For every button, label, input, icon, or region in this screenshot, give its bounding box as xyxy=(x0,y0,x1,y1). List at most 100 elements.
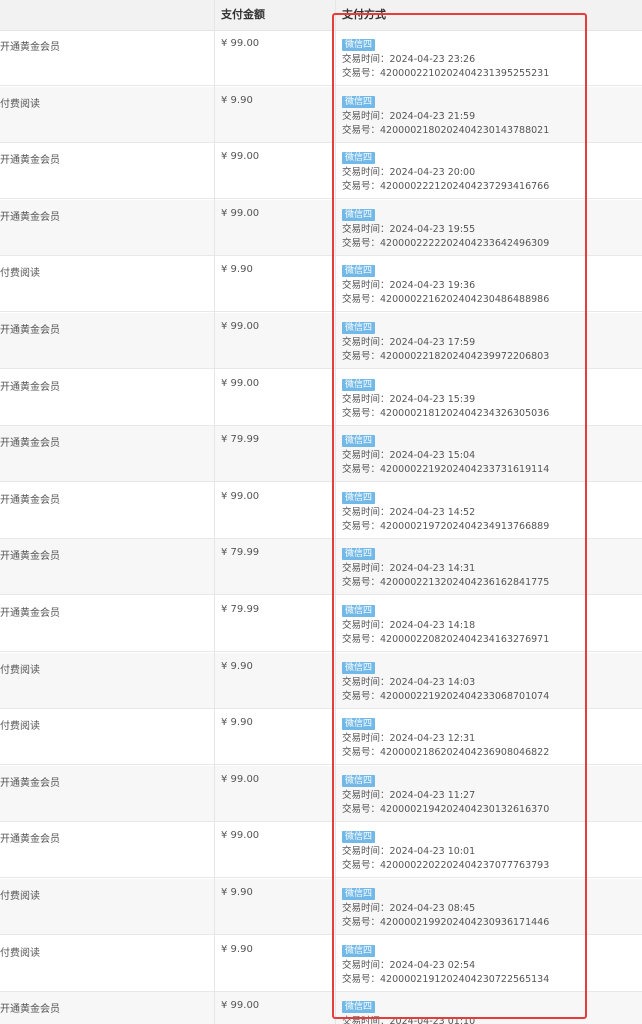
payment-info: 微信四 交易时间：2024-04-23 19:36 交易号：420000221620… xyxy=(342,264,549,307)
payment-amount: ¥ 99.00 xyxy=(221,38,260,49)
transaction-time-label: 交易时间： xyxy=(342,110,390,122)
transaction-time: 2024-04-23 17:59 xyxy=(389,337,476,348)
transaction-id[interactable]: 4200002181202404234326305036 xyxy=(380,408,549,419)
payment-info: 微信四 交易时间：2024-04-23 15:39 交易号：420000218120… xyxy=(342,378,549,421)
table-row[interactable]: 付费阅读 ¥ 9.90 微信四 交易时间：2024-04-23 08:45 交易号：42… xyxy=(0,879,642,935)
transaction-id[interactable]: 4200002221202404237293416766 xyxy=(380,181,549,192)
transaction-time-label: 交易时间： xyxy=(342,393,390,405)
payment-amount: ¥ 99.00 xyxy=(221,377,260,389)
payment-method-column-header[interactable]: 支付方式 xyxy=(342,0,386,30)
transaction-time-label: 交易时间： xyxy=(342,54,390,65)
transaction-id[interactable]: 4200002216202404230486488986 xyxy=(380,294,549,305)
table-row[interactable]: 开通黄金会员 ¥ 79.99 微信四 交易时间：2024-04-23 14:31 交易号… xyxy=(0,539,642,596)
transaction-id[interactable]: 4200002219202404233731619114 xyxy=(380,464,549,475)
payment-amount: ¥ 99.00 xyxy=(221,1000,260,1012)
order-item-name: 开通黄金会员 xyxy=(0,834,60,846)
payment-amount: ¥ 99.00 xyxy=(221,151,260,163)
payment-info: 微信四 交易时间：2024-04-23 21:59 交易号：420000218020… xyxy=(342,95,549,138)
transaction-time: 2024-04-23 15:39 xyxy=(389,393,476,405)
transaction-time: 2024-04-23 12:31 xyxy=(389,733,476,745)
transaction-id[interactable]: 4200002199202404230936171446 xyxy=(380,917,549,928)
payment-amount: ¥ 9.90 xyxy=(221,943,253,955)
payment-method-badge: 微信四 xyxy=(342,548,376,561)
transaction-id[interactable]: 4200002197202404234913766889 xyxy=(380,521,549,532)
transaction-time: 2024-04-23 14:31 xyxy=(389,563,476,575)
order-item-name: 付费阅读 xyxy=(0,891,40,902)
transaction-time: 2024-04-23 14:03 xyxy=(389,676,476,688)
transaction-id[interactable]: 4200002186202404236908046822 xyxy=(380,747,549,758)
transaction-time: 2024-04-23 20:00 xyxy=(389,167,476,179)
table-row[interactable]: 付费阅读 ¥ 9.90 微信四 交易时间：2024-04-23 14:03 交易号：42… xyxy=(0,652,642,709)
transaction-id[interactable]: 4200002191202404230722565134 xyxy=(380,974,549,985)
transaction-id[interactable]: 4200002219202404233068701074 xyxy=(380,691,549,702)
payment-info: 微信四 交易时间：2024-04-23 14:31 交易号：420000221320… xyxy=(342,547,549,590)
transaction-time: 2024-04-23 19:36 xyxy=(389,280,476,292)
amount-column-header[interactable]: 支付金额 xyxy=(221,0,265,30)
transaction-time-label: 交易时间： xyxy=(342,167,390,179)
table-row[interactable]: 开通黄金会员 ¥ 99.00 微信四 交易时间：2024-04-23 23:26 交易号… xyxy=(0,30,642,86)
order-item-name: 开通黄金会员 xyxy=(0,155,60,167)
transaction-id[interactable]: 4200002194202404230132616370 xyxy=(380,804,549,815)
payment-info: 微信四 交易时间：2024-04-23 14:03 交易号：420000221920… xyxy=(342,661,549,704)
table-row[interactable]: 付费阅读 ¥ 9.90 微信四 交易时间：2024-04-23 21:59 交易号：42… xyxy=(0,86,642,143)
payment-method-badge: 微信四 xyxy=(342,774,376,787)
payment-method-badge: 微信四 xyxy=(342,1001,376,1014)
transaction-time-label: 交易时间： xyxy=(342,733,390,745)
order-item-name: 开通黄金会员 xyxy=(0,438,60,450)
table-row[interactable]: 开通黄金会员 ¥ 99.00 微信四 交易时间：2024-04-23 11:27 交易号… xyxy=(0,765,642,822)
payment-method-badge: 微信四 xyxy=(342,95,376,108)
payment-amount: ¥ 99.00 xyxy=(221,830,260,842)
order-item-name: 开通黄金会员 xyxy=(0,325,60,336)
transaction-id[interactable]: 4200002208202404234163276971 xyxy=(380,634,549,645)
payment-info: 微信四 交易时间：2024-04-23 02:54 交易号：420000219120… xyxy=(342,944,549,987)
order-item-name: 付费阅读 xyxy=(0,721,40,733)
transaction-time-label: 交易时间： xyxy=(342,563,390,575)
transaction-time-label: 交易时间： xyxy=(342,337,390,348)
table-row[interactable]: 开通黄金会员 ¥ 99.00 微信四 交易时间：2024-04-23 20:00 交易号… xyxy=(0,143,642,200)
table-row[interactable]: 开通黄金会员 ¥ 99.00 微信四 交易时间：2024-04-23 10:01 交易号… xyxy=(0,822,642,879)
payments-table: 支付金额 支付方式 开通黄金会员 ¥ 99.00 微信四 交易时间：2024-04-2… xyxy=(0,0,642,1024)
order-item-name: 付费阅读 xyxy=(0,98,40,110)
order-item-name: 付费阅读 xyxy=(0,664,40,676)
table-row[interactable]: 付费阅读 ¥ 9.90 微信四 交易时间：2024-04-23 19:36 交易号：42… xyxy=(0,256,642,313)
table-row[interactable]: 付费阅读 ¥ 9.90 微信四 交易时间：2024-04-23 12:31 交易号：42… xyxy=(0,709,642,766)
table-row[interactable]: 开通黄金会员¥ 99.00微信四交易时间：2024-04-23 01:10交易号… xyxy=(0,992,642,1024)
transaction-id-label: 交易号： xyxy=(342,690,381,702)
transaction-id[interactable]: 4200002180202404230143788021 xyxy=(380,125,549,136)
transaction-id[interactable]: 4200002213202404236162841775 xyxy=(380,577,549,588)
column-divider xyxy=(335,0,336,1024)
table-row[interactable]: 开通黄金会员 ¥ 99.00 微信四 交易时间：2024-04-23 15:39 交易号… xyxy=(0,370,642,426)
transaction-id[interactable]: 4200002202202404237077763793 xyxy=(380,860,549,871)
table-row[interactable]: 开通黄金会员 ¥ 99.00 微信四 交易时间：2024-04-23 14:52 交易号… xyxy=(0,483,642,539)
order-item-name: 开通黄金会员 xyxy=(0,551,60,563)
table-row[interactable]: 开通黄金会员 ¥ 79.99 微信四 交易时间：2024-04-23 15:04 交易号… xyxy=(0,426,642,483)
transaction-time-label: 交易时间： xyxy=(342,846,390,858)
transaction-id-label: 交易号： xyxy=(342,917,381,928)
payment-amount: ¥ 99.00 xyxy=(221,207,260,219)
order-item-name: 开通黄金会员 xyxy=(0,1004,60,1016)
payment-info: 微信四 交易时间：2024-04-23 14:18 交易号：420000220820… xyxy=(342,604,549,647)
table-row[interactable]: 付费阅读 ¥ 9.90 微信四 交易时间：2024-04-23 02:54 交易号：42… xyxy=(0,936,642,992)
order-item-name: 开通黄金会员 xyxy=(0,494,60,506)
table-row[interactable]: 开通黄金会员 ¥ 99.00 微信四 交易时间：2024-04-23 19:55 交易号… xyxy=(0,199,642,256)
column-divider xyxy=(214,0,215,1024)
transaction-time: 2024-04-23 01:10 xyxy=(389,1016,476,1024)
transaction-time: 2024-04-23 19:55 xyxy=(389,223,476,235)
transaction-id-label: 交易号： xyxy=(342,68,381,79)
transaction-id[interactable]: 4200002218202404239972206803 xyxy=(380,351,549,362)
payment-info: 微信四 交易时间：2024-04-23 10:01 交易号：420000220220… xyxy=(342,830,549,873)
table-row[interactable]: 开通黄金会员 ¥ 79.99 微信四 交易时间：2024-04-23 14:18 交易号… xyxy=(0,596,642,652)
payment-amount: ¥ 99.00 xyxy=(221,490,260,502)
transaction-time-label: 交易时间： xyxy=(342,903,390,914)
payment-method-badge: 微信四 xyxy=(342,152,376,165)
payment-amount: ¥ 79.99 xyxy=(221,604,260,615)
transaction-time-label: 交易时间： xyxy=(342,676,390,688)
transaction-id-label: 交易号： xyxy=(342,407,381,419)
table-row[interactable]: 开通黄金会员 ¥ 99.00 微信四 交易时间：2024-04-23 17:59 交易号… xyxy=(0,313,642,369)
payment-info: 微信四 交易时间：2024-04-23 12:31 交易号：420000218620… xyxy=(342,717,549,760)
transaction-id[interactable]: 4200002210202404231395255231 xyxy=(380,68,549,79)
payment-info: 微信四 交易时间：2024-04-23 19:55 交易号：420000222220… xyxy=(342,208,549,251)
transaction-id[interactable]: 4200002222202404233642496309 xyxy=(380,238,549,249)
transaction-time-label: 交易时间： xyxy=(342,959,390,971)
payment-method-badge: 微信四 xyxy=(342,944,376,957)
